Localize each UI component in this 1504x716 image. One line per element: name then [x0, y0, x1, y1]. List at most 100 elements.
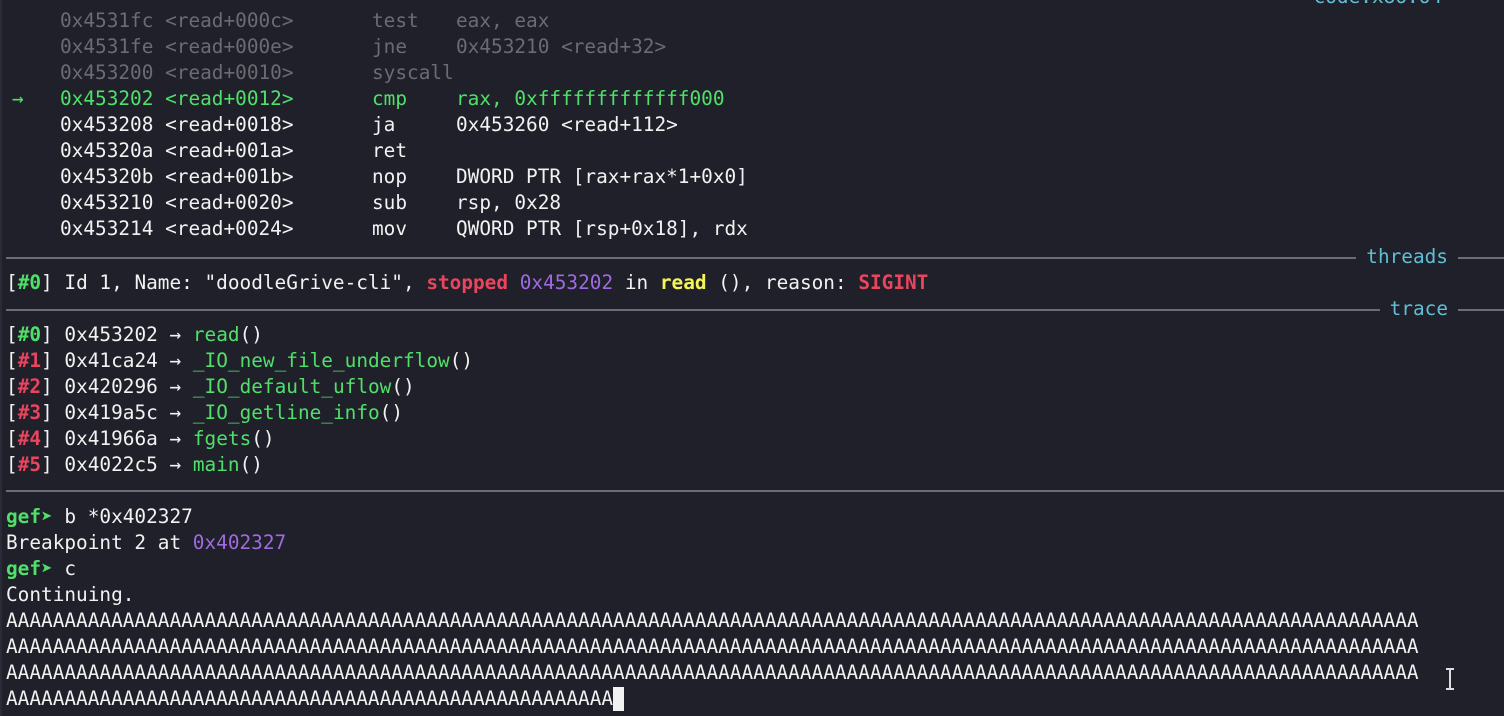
frame-function: fgets: [192, 427, 252, 450]
text-cursor: [613, 687, 625, 711]
instruction-address: 0x45320b <read+001b>: [60, 164, 294, 190]
instruction-symbol: <read+0010>: [165, 61, 294, 84]
frame-address: 0x41ca24: [64, 349, 158, 372]
instruction-mnemonic: mov: [372, 217, 408, 240]
instruction-symbol: <read+0018>: [165, 113, 294, 136]
frame-parens: (): [391, 375, 415, 398]
frame-function: main: [192, 453, 240, 476]
frame-index: #3: [17, 401, 42, 424]
frame-address: 0x4022c5: [64, 453, 158, 476]
gef-prompt: gef➤: [6, 505, 53, 528]
frame-arrow-icon: →: [169, 349, 182, 372]
thread-status: stopped: [426, 271, 509, 294]
instruction-mnemonic: sub: [372, 191, 408, 214]
instruction-symbol: <read+001b>: [165, 165, 294, 188]
frame-arrow-icon: →: [169, 427, 182, 450]
instruction-address: 0x4531fc <read+000c>: [60, 8, 294, 34]
thread-status-line: [#0] Id 1, Name: "doodleGrive-cli", stop…: [6, 270, 928, 296]
breakpoint-text: Breakpoint 2 at: [6, 531, 193, 554]
frame-parens: (): [449, 349, 474, 372]
frame-parens: (): [251, 427, 275, 450]
instruction-address-value: 0x45320b: [60, 165, 154, 188]
instruction-address-value: 0x45320a: [60, 139, 154, 162]
frame-index: #1: [17, 349, 42, 372]
instruction-operands: 0x453210 <read+32>: [456, 35, 667, 58]
instruction-operands: 0x453260 <read+112>: [456, 113, 678, 136]
instruction-address-value: 0x453210: [60, 191, 154, 214]
frame-function: _IO_new_file_underflow: [192, 349, 450, 372]
trace-section-label: trace: [1379, 296, 1458, 322]
instruction-mnemonic: jne: [372, 35, 408, 58]
frame-address: 0x41966a: [64, 427, 158, 450]
instruction-symbol: <read+0020>: [165, 191, 294, 214]
input-line: AAAAAAAAAAAAAAAAAAAAAAAAAAAAAAAAAAAAAAAA…: [6, 687, 614, 710]
code-section-label: code:x86:64: [1314, 0, 1442, 10]
instruction-address-value: 0x453200: [60, 61, 154, 84]
thread-in-text: in: [613, 271, 660, 294]
thread-bracket-close: ]: [41, 271, 53, 294]
instruction-address-value: 0x4531fc: [60, 9, 154, 32]
instruction-symbol: <read+0024>: [165, 217, 294, 240]
instruction-operands: eax, eax: [456, 9, 550, 32]
current-instruction-arrow-icon: →: [12, 87, 24, 110]
trace-frame: [#2] 0x420296 → _IO_default_uflow(): [6, 375, 415, 398]
instruction-symbol: <read+001a>: [165, 139, 294, 162]
instruction-mnemonic: nop: [372, 165, 408, 188]
trace-frame: [#4] 0x41966a → fgets(): [6, 427, 275, 450]
instruction-mnemonic: test: [372, 9, 419, 32]
input-line-current[interactable]: AAAAAAAAAAAAAAAAAAAAAAAAAAAAAAAAAAAAAAAA…: [6, 686, 625, 712]
frame-function: _IO_default_uflow: [192, 375, 392, 398]
instruction-address-value: 0x453208: [60, 113, 154, 136]
frame-parens: (): [239, 323, 263, 346]
instruction-address: 0x453214 <read+0024>: [60, 216, 294, 242]
command-text: c: [52, 557, 77, 580]
thread-reason-text: (), reason:: [706, 271, 859, 294]
instruction-address: 0x453202 <read+0012>: [60, 86, 294, 112]
breakpoint-message: Breakpoint 2 at 0x402327: [6, 530, 286, 556]
input-line: AAAAAAAAAAAAAAAAAAAAAAAAAAAAAAAAAAAAAAAA…: [6, 609, 1419, 632]
terminal-window[interactable]: code:x86:64 0x4531fc <read+000c> test eax,…: [0, 0, 1504, 716]
frame-arrow-icon: →: [169, 375, 182, 398]
frame-function: _IO_getline_info: [192, 401, 380, 424]
trace-frame: [#5] 0x4022c5 → main(): [6, 453, 263, 476]
breakpoint-address: 0x402327: [192, 531, 287, 554]
frame-arrow-icon: →: [169, 323, 182, 346]
thread-function: read: [659, 271, 707, 294]
frame-arrow-icon: →: [169, 453, 182, 476]
instruction-mnemonic: syscall: [372, 61, 454, 84]
input-line: AAAAAAAAAAAAAAAAAAAAAAAAAAAAAAAAAAAAAAAA…: [6, 661, 1419, 684]
frame-address: 0x419a5c: [64, 401, 158, 424]
instruction-address: 0x453200 <read+0010>: [60, 60, 294, 86]
instruction-operands: rax, 0xfffffffffffff000: [456, 87, 725, 110]
frame-arrow-icon: →: [169, 401, 182, 424]
frame-function: read: [192, 323, 240, 346]
thread-bracket-open: [: [6, 271, 18, 294]
threads-separator: [6, 257, 1504, 259]
trace-frame: [#0] 0x453202 → read(): [6, 323, 263, 346]
instruction-address: 0x453208 <read+0018>: [60, 112, 294, 138]
instruction-address: 0x453210 <read+0020>: [60, 190, 294, 216]
instruction-symbol: <read+000c>: [165, 9, 294, 32]
frame-index: #5: [17, 453, 42, 476]
frame-index: #2: [17, 375, 42, 398]
frame-parens: (): [239, 453, 263, 476]
instruction-symbol: <read+0012>: [165, 87, 294, 110]
thread-info-text: Id 1, Name: "doodleGrive-cli",: [52, 271, 427, 294]
trace-separator: [6, 309, 1504, 311]
ibeam-cursor-icon: [1446, 668, 1454, 690]
instruction-address: 0x45320a <read+001a>: [60, 138, 294, 164]
gef-prompt: gef➤: [6, 557, 53, 580]
context-end-separator: [6, 490, 1504, 492]
frame-address: 0x453202: [64, 323, 158, 346]
instruction-address-value: 0x4531fe: [60, 35, 154, 58]
command-text: b *0x402327: [52, 505, 193, 528]
instruction-mnemonic: ret: [372, 139, 408, 162]
terminal-left-edge: [0, 0, 2, 716]
instruction-operands: rsp, 0x28: [456, 191, 562, 214]
trace-frame: [#3] 0x419a5c → _IO_getline_info(): [6, 401, 404, 424]
instruction-symbol: <read+000e>: [165, 35, 294, 58]
continuing-message: Continuing.: [6, 583, 135, 606]
instruction-operands: DWORD PTR [rax+rax*1+0x0]: [456, 165, 748, 188]
instruction-mnemonic: ja: [372, 113, 396, 136]
instruction-address-value: 0x453214: [60, 217, 154, 240]
